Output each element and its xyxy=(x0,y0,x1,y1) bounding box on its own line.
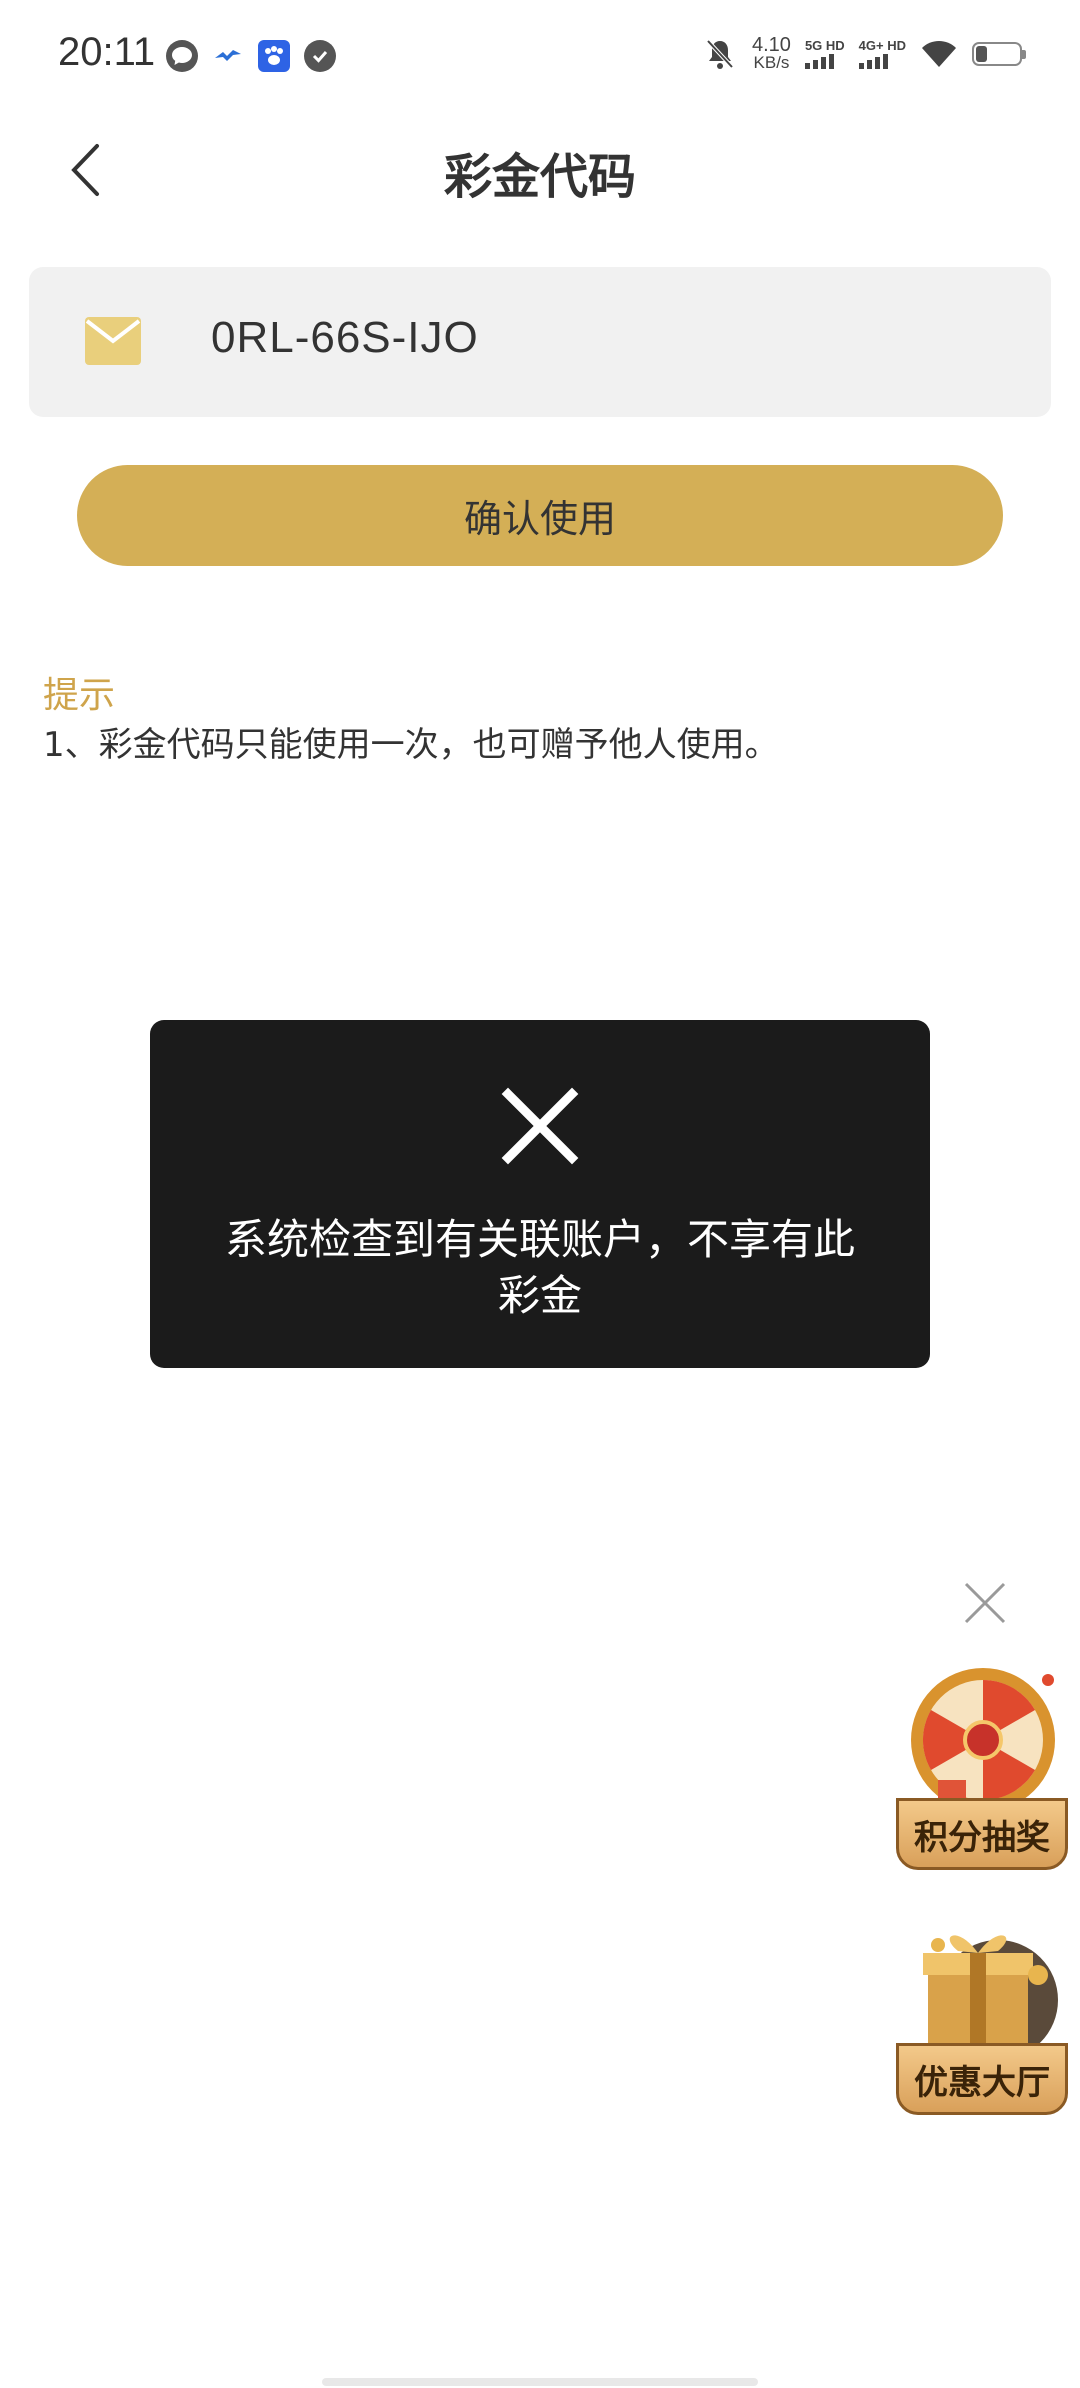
sim1-signal: 5G HD xyxy=(804,38,845,69)
bonus-code-value[interactable]: 0RL-66S-IJO xyxy=(211,313,479,363)
battery-level xyxy=(976,46,987,62)
mail-icon xyxy=(85,317,141,365)
network-speed-unit: KB/s xyxy=(753,53,790,72)
page-title: 彩金代码 xyxy=(443,149,636,205)
sim2-label: 4G+ HD xyxy=(858,38,906,53)
close-icon xyxy=(501,1087,579,1165)
wifi-icon xyxy=(922,40,956,67)
points-lottery-button[interactable]: 积分抽奖 xyxy=(890,1660,1076,1870)
message-icon xyxy=(166,40,198,72)
points-lottery-label: 积分抽奖 xyxy=(896,1798,1068,1870)
confirm-use-button[interactable]: 确认使用 xyxy=(77,465,1003,566)
tips-heading: 提示 xyxy=(43,675,116,716)
sim2-signal: 4G+ HD xyxy=(858,38,906,69)
bonus-code-field[interactable]: 0RL-66S-IJO xyxy=(29,267,1051,417)
battery-icon xyxy=(972,42,1026,66)
notification-icons xyxy=(166,40,336,72)
network-speed: 4.10 KB/s xyxy=(752,34,791,72)
header: 彩金代码 xyxy=(0,115,1080,225)
status-bar: 20:11 4.10 KB/s 5G HD 4G+ HD xyxy=(0,0,1080,115)
home-indicator[interactable] xyxy=(322,2378,758,2386)
error-toast: 系统检查到有关联账户，不享有此彩金 xyxy=(150,1020,930,1368)
status-right: 4.10 KB/s 5G HD 4G+ HD xyxy=(702,34,1026,72)
sim1-label: 5G HD xyxy=(804,38,845,53)
check-icon xyxy=(304,40,336,72)
promo-close-icon[interactable] xyxy=(962,1580,1008,1626)
promotions-hall-button[interactable]: 优惠大厅 xyxy=(890,1905,1076,2115)
signal-bars-icon xyxy=(858,53,888,69)
toast-message: 系统检查到有关联账户，不享有此彩金 xyxy=(224,1215,855,1320)
promotions-hall-label: 优惠大厅 xyxy=(896,2043,1068,2115)
bird-icon xyxy=(212,40,244,72)
paw-icon xyxy=(258,40,290,72)
network-speed-value: 4.10 xyxy=(752,34,791,56)
mute-bell-icon xyxy=(702,36,738,72)
tips-line: 1、彩金代码只能使用一次，也可赠予他人使用。 xyxy=(43,725,779,765)
signal-bars-icon xyxy=(804,53,834,69)
status-time: 20:11 xyxy=(58,30,156,74)
